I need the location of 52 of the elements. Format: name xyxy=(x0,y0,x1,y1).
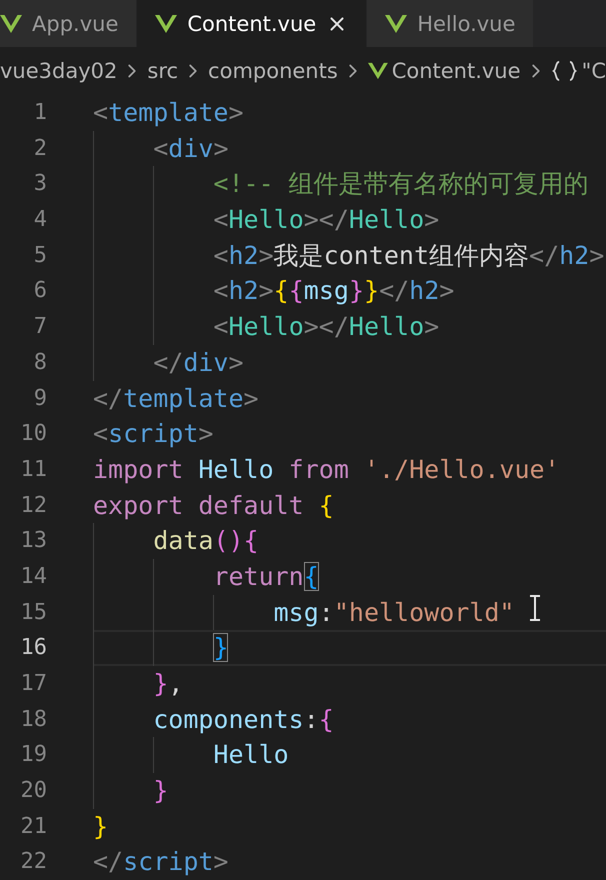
code-line: <div> xyxy=(93,130,606,166)
line-number: 10 xyxy=(20,420,48,448)
code-line: <h2>{{msg}}</h2> xyxy=(93,273,606,310)
line-number: 4 xyxy=(32,206,48,234)
line-number: 21 xyxy=(20,812,48,841)
editor-tab[interactable]: Content.vue xyxy=(137,0,366,47)
code-line: } xyxy=(93,630,606,666)
line-number: 7 xyxy=(32,313,48,342)
line-number: 5 xyxy=(32,242,48,270)
line-number: 19 xyxy=(20,741,48,770)
code-line: <h2>我是content组件内容</h2> xyxy=(93,238,606,274)
code-line: } xyxy=(93,810,110,843)
breadcrumb-item[interactable]: src xyxy=(147,59,178,83)
code-line: <Hello></Hello> xyxy=(93,309,606,345)
code-line: </script> xyxy=(93,846,230,878)
code-line: </div> xyxy=(93,344,606,380)
breadcrumb-item[interactable]: Content.vue xyxy=(392,59,521,83)
line-number: 15 xyxy=(20,598,48,627)
line-number: 17 xyxy=(20,670,48,698)
line-number: 9 xyxy=(32,384,48,412)
code-line: <!-- 组件是带有名称的可复用的 xyxy=(93,166,606,202)
line-number: 22 xyxy=(20,848,48,876)
editor-tab[interactable]: Hello.vue xyxy=(367,0,534,47)
line-number: 3 xyxy=(32,170,48,198)
line-number: 2 xyxy=(32,134,48,163)
code-line: <template> xyxy=(93,97,245,129)
breadcrumb-item[interactable]: "C xyxy=(582,59,606,83)
code-line: </template> xyxy=(93,382,260,414)
line-number: 20 xyxy=(20,777,48,806)
breadcrumb-item[interactable]: components xyxy=(208,59,338,83)
line-number: 14 xyxy=(20,562,48,591)
breadcrumb-item[interactable]: vue3day02 xyxy=(0,59,118,83)
code-line: }, xyxy=(93,666,606,702)
line-number: 1 xyxy=(32,99,48,127)
line-number: 18 xyxy=(20,706,48,734)
code-line: return{ xyxy=(93,558,606,595)
line-number: 16 xyxy=(20,634,48,662)
editor-tab[interactable]: App.vue xyxy=(0,0,136,47)
line-number: 12 xyxy=(20,492,48,520)
code-line: <script> xyxy=(93,418,214,450)
line-number: 8 xyxy=(32,348,48,377)
code-line: } xyxy=(93,773,606,809)
code-line: import Hello from './Hello.vue' xyxy=(93,454,561,486)
code-line: Hello xyxy=(93,737,606,774)
line-number: 6 xyxy=(32,277,48,306)
code-line: export default { xyxy=(93,490,335,522)
code-line: <Hello></Hello> xyxy=(93,202,606,238)
line-number: 11 xyxy=(20,456,48,484)
line-number: 13 xyxy=(20,527,48,556)
code-line: components:{ xyxy=(93,702,606,738)
code-line: msg:"helloworld" xyxy=(93,594,606,630)
code-line: data(){ xyxy=(93,523,606,559)
